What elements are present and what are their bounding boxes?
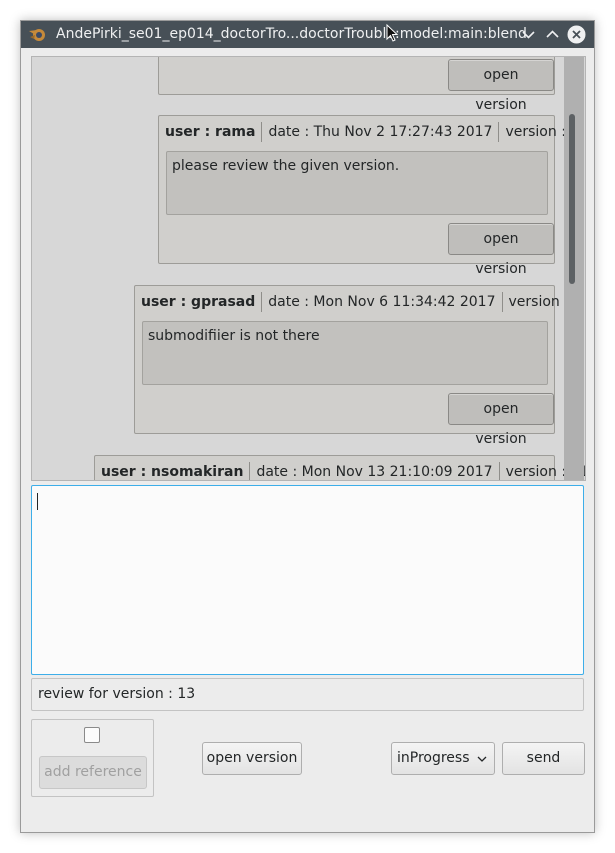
window-title: AndePirki_se01_ep014_doctorTro...doctorT… [56,26,527,42]
entry-header: user : gprasad date : Mon Nov 6 11:34:42… [135,292,585,312]
reference-group: add reference [31,719,154,797]
status-select-value: inProgress [397,750,470,766]
entry-date: date : Mon Nov 13 21:10:09 2017 [250,462,500,480]
open-version-button[interactable]: open version [202,742,302,775]
entry-user: user : rama [159,122,263,142]
mouse-cursor-icon [386,24,398,42]
entry-user: user : nsomakiran [95,462,251,480]
entry-header: user : nsomakiran date : Mon Nov 13 21:1… [95,462,585,480]
blender-app-icon [29,29,45,41]
entry-header: user : rama date : Thu Nov 2 17:27:43 20… [159,122,585,142]
open-version-button[interactable]: open version [448,223,554,277]
close-icon[interactable] [567,25,586,44]
version-entry-card: open version [158,57,555,113]
reference-checkbox[interactable] [84,727,100,743]
add-reference-button[interactable]: add reference [39,756,147,789]
scrollbar-thumb[interactable] [569,114,575,284]
chevron-down-icon[interactable] [519,25,538,44]
entry-date: date : Thu Nov 2 17:27:43 2017 [262,122,500,142]
entry-message: please review the given version. [166,151,548,215]
open-version-button[interactable]: open version [448,393,554,447]
open-version-button[interactable]: open version [448,59,554,113]
version-entry-card: user : gprasad date : Mon Nov 6 11:34:42… [134,285,582,447]
entry-user: user : gprasad [135,292,263,312]
entry-message: submodifiier is not there [142,321,548,385]
version-entry-card: user : nsomakiran date : Mon Nov 13 21:1… [94,455,585,480]
review-version-label: review for version : 13 [31,678,584,711]
chevron-up-icon[interactable] [543,25,562,44]
title-bar[interactable]: AndePirki_se01_ep014_doctorTro...doctorT… [21,21,594,48]
comment-input[interactable] [31,485,584,675]
send-button[interactable]: send [502,742,585,775]
status-select[interactable]: inProgress [391,742,495,775]
review-window: AndePirki_se01_ep014_doctorTro...doctorT… [20,20,595,833]
text-caret [37,493,38,510]
version-entry-card: user : rama date : Thu Nov 2 17:27:43 20… [158,115,579,277]
chevron-down-icon [477,756,487,762]
version-history-scroll-area[interactable]: open version user : rama date : Thu Nov … [31,56,586,481]
entry-date: date : Mon Nov 6 11:34:42 2017 [262,292,503,312]
